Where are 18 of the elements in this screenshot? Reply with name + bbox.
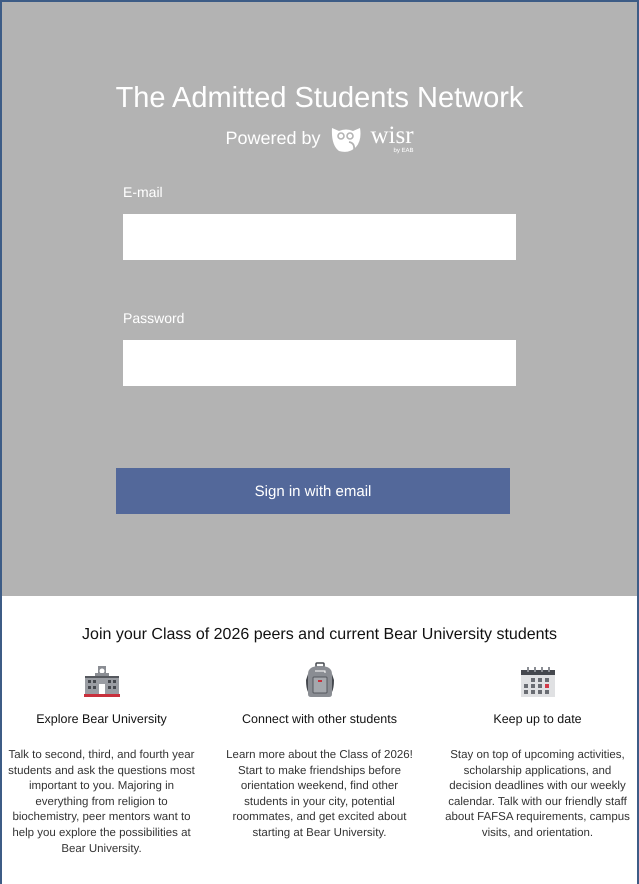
feature-title: Explore Bear University bbox=[36, 712, 167, 726]
input-field[interactable] bbox=[123, 340, 516, 386]
feature-description: Talk to second, third, and fourth year students and ask the questions most important to you. Majoring in everything from religion to biochemistry, peer mentors want to help you explore the possibilities at Bear University. bbox=[7, 748, 196, 857]
feature-title: Connect with other students bbox=[242, 712, 397, 726]
calendar-icon bbox=[520, 666, 556, 698]
building-icon bbox=[82, 664, 120, 698]
feature-description: Stay on top of upcoming activities, scholarship applications, and decision deadlines with our weekly calendar. Talk with our friendly staff about FAFSA requirements, campus visits, and orientation. bbox=[444, 748, 631, 841]
backpack-icon bbox=[304, 662, 334, 698]
sign-in-button[interactable]: Sign in with email bbox=[116, 468, 510, 514]
field-label: Password bbox=[123, 310, 186, 326]
field-label: E-mail bbox=[123, 184, 164, 200]
feature-description: Learn more about the Class of 2026! Start to make friendships before orientation weekend, find other students in your city, potential roommates, and get excited about starting at Bear University. bbox=[225, 748, 414, 841]
page-title: The Admitted Students Network bbox=[116, 82, 524, 115]
section-heading: Join your Class of 2026 peers and current Bear University students bbox=[82, 626, 557, 644]
powered-by-label: Powered by bbox=[225, 128, 320, 149]
brand-name: wisr bbox=[370, 123, 414, 148]
input-field[interactable] bbox=[123, 214, 516, 260]
feature-title: Keep up to date bbox=[493, 712, 582, 726]
